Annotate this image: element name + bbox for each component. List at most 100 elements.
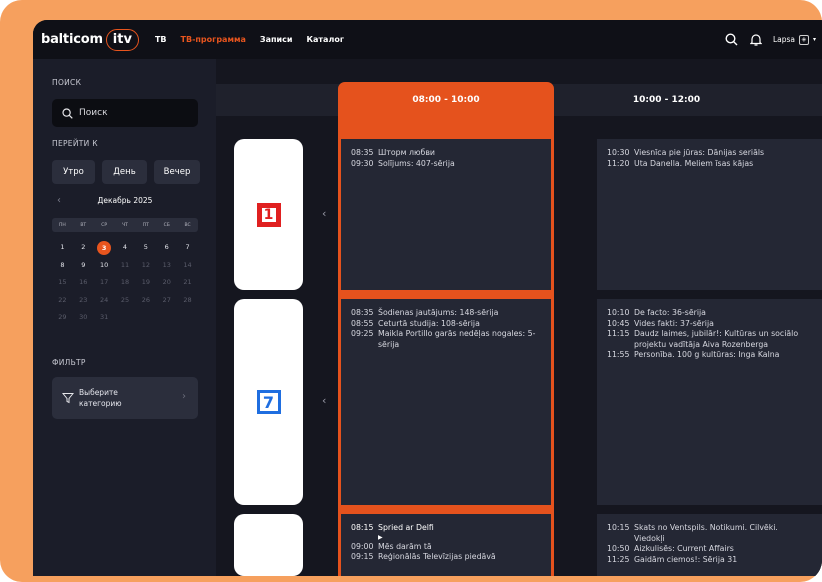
weekday-label: ВТ xyxy=(80,222,87,228)
program-time: 09:15 xyxy=(351,552,374,561)
brand-logo[interactable]: balticom itv xyxy=(41,28,139,51)
next-slot-cell: 10:10 De facto: 36-sērija 10:45 Vides fakti… xyxy=(597,299,809,505)
calendar-day[interactable]: 4 xyxy=(115,241,136,254)
calendar-day: 19 xyxy=(141,278,150,286)
slot-header-active[interactable]: 08:00 - 10:00 xyxy=(338,82,554,118)
program-item[interactable]: 08:35 Šodienas jautājums: 148-sērija xyxy=(351,308,541,319)
weekday-label: ПТ xyxy=(142,222,149,228)
active-slot-cell: 08:35 Шторм любви 09:30 Solījums: 407-sērij… xyxy=(341,139,551,290)
program-item[interactable]: 09:30 Solījums: 407-sērija xyxy=(351,159,541,170)
filter-category-button[interactable]: Выберите категорию › xyxy=(52,377,198,419)
program-title: Шторм любви xyxy=(378,148,435,157)
search-icon[interactable] xyxy=(725,33,739,47)
program-item[interactable]: 09:00 Mēs darām tā xyxy=(351,542,541,553)
active-slot-cell: 08:15 Spried ar Delfi ▶ 09:00 Mēs darām tā 09… xyxy=(341,514,551,576)
calendar-day[interactable]: 7 xyxy=(177,241,198,254)
app-window: balticom itv ТВ ТВ-программа Записи Ката… xyxy=(33,20,822,576)
program-item[interactable]: 10:30 Viesnīca pie jūras: Dānijas seriāls xyxy=(607,148,799,159)
channel-logo-card[interactable]: 1 xyxy=(234,139,303,290)
program-item[interactable]: 10:15 Skats no Ventspils. Notikumi. Cilvē… xyxy=(607,523,799,544)
ltv7-logo: 7 xyxy=(256,390,281,414)
main-nav: ТВ ТВ-программа Записи Каталог xyxy=(155,35,344,44)
calendar-day: 29 xyxy=(58,313,67,321)
calendar-day: 15 xyxy=(58,278,67,286)
calendar-day: 17 xyxy=(99,278,109,286)
period-evening-button[interactable]: Вечер xyxy=(154,160,200,184)
calendar-day: 28 xyxy=(183,295,192,304)
program-item[interactable]: 10:10 De facto: 36-sērija xyxy=(607,308,799,319)
program-item[interactable]: 10:50 Aizkulisēs: Current Affairs xyxy=(607,544,799,555)
calendar-day[interactable]: 6 xyxy=(156,241,177,254)
program-item[interactable]: 08:15 Spried ar Delfi xyxy=(351,523,541,534)
program-item[interactable]: 11:55 Personība. 100 g kultūras: Inga Kal… xyxy=(607,350,799,361)
program-item[interactable]: 09:15 Reģionālās Televīzijas piedāvā xyxy=(351,552,541,563)
program-time: 10:30 xyxy=(607,148,630,157)
period-day-button[interactable]: День xyxy=(102,160,147,184)
program-item[interactable]: 11:20 Uta Danella. Meliem īsas kājas xyxy=(607,159,799,170)
chevron-down-icon: ▾ xyxy=(812,36,816,43)
calendar-day[interactable]: 2 xyxy=(73,241,94,254)
calendar-day: 23 xyxy=(79,295,88,304)
program-time: 08:35 xyxy=(351,308,374,317)
program-item[interactable]: 08:55 Ceturtā studija: 108-sērija xyxy=(351,319,541,330)
calendar-header: ‹ Декабрь 2025 › xyxy=(52,193,198,207)
program-time: 09:30 xyxy=(351,158,374,168)
program-title: Ceturtā studija: 108-sērija xyxy=(378,318,480,328)
program-title: Viesnīca pie jūras: Dānijas seriāls xyxy=(634,148,765,157)
calendar-weekdays: ПН ВТ СР ЧТ ПТ СБ ВС xyxy=(52,218,198,232)
search-icon xyxy=(62,107,73,119)
program-time: 10:15 xyxy=(607,523,630,532)
calendar-day: 12 xyxy=(141,260,150,269)
scroll-left-icon[interactable]: ‹ xyxy=(322,394,326,407)
calendar-day: 24 xyxy=(99,295,109,304)
period-morning-button[interactable]: Утро xyxy=(52,160,95,184)
bell-icon[interactable] xyxy=(749,33,763,47)
next-slot-cell: 10:30 Viesnīca pie jūras: Dānijas seriāls… xyxy=(597,139,809,290)
program-time: 08:35 xyxy=(351,148,374,157)
filter-icon xyxy=(62,393,74,404)
program-item[interactable]: 11:25 Gaidām ciemos!: Sērija 31 xyxy=(607,555,799,566)
calendar-day: 21 xyxy=(183,278,192,286)
calendar-day[interactable]: 8 xyxy=(52,259,73,272)
weekday-label: СБ xyxy=(163,222,170,228)
sidebar: ПОИСК Поиск ПЕРЕЙТИ К Утро День Вечер ‹ … xyxy=(33,59,216,576)
program-title: Gaidām ciemos!: Sērija 31 xyxy=(634,554,738,564)
channel-row: 1‹›08:35Шторм любви09:30Solījums: 407-sē… xyxy=(216,139,822,294)
program-item[interactable]: 09:25 Maikla Portillo garās nedēļas nogal… xyxy=(351,329,541,350)
program-time: 11:25 xyxy=(607,554,630,564)
play-icon[interactable]: ▶ xyxy=(378,534,541,542)
program-item[interactable]: 08:35 Шторм любви xyxy=(351,148,541,159)
program-time: 09:00 xyxy=(351,541,374,551)
nav-catalog[interactable]: Каталог xyxy=(306,35,344,44)
nav-tv[interactable]: ТВ xyxy=(155,35,167,44)
next-slot-cell: 10:15 Skats no Ventspils. Notikumi. Cilvē… xyxy=(597,514,809,576)
channel-logo-card[interactable] xyxy=(234,514,303,576)
program-item[interactable]: 11:15 Daudz laimes, jubilār!: Kultūras un… xyxy=(607,329,799,350)
slot-header-next[interactable]: 10:00 - 12:00 xyxy=(560,82,773,118)
nav-tv-program[interactable]: ТВ-программа xyxy=(181,35,246,44)
calendar-prev-icon[interactable]: ‹ xyxy=(52,195,66,206)
program-title: Vides fakti: 37-sērija xyxy=(634,318,714,328)
top-right-controls: Lapsa ◈ ▾ xyxy=(725,20,816,59)
scroll-left-icon[interactable]: ‹ xyxy=(322,207,326,220)
chevron-right-icon: › xyxy=(182,391,186,402)
nav-recordings[interactable]: Записи xyxy=(260,35,293,44)
program-time: 10:50 xyxy=(607,544,630,553)
search-input[interactable]: Поиск xyxy=(52,99,198,127)
user-menu[interactable]: Lapsa ◈ ▾ xyxy=(773,34,816,45)
calendar-day[interactable]: 9 xyxy=(73,259,94,272)
search-section-label: ПОИСК xyxy=(52,78,82,87)
calendar-day[interactable]: 5 xyxy=(135,241,156,254)
program-title: Aizkulisēs: Current Affairs xyxy=(634,544,734,553)
channel-logo-card[interactable]: 7 xyxy=(234,299,303,505)
top-bar: balticom itv ТВ ТВ-программа Записи Ката… xyxy=(33,20,822,59)
calendar-day[interactable]: 10 xyxy=(94,259,115,272)
program-time: 09:25 xyxy=(351,329,374,338)
calendar-day-today[interactable]: 3 xyxy=(94,241,115,255)
program-item[interactable]: 10:45 Vides fakti: 37-sērija xyxy=(607,319,799,330)
logo-pill: itv xyxy=(105,28,139,51)
ltv1-logo: 1 xyxy=(256,202,281,227)
calendar-day[interactable]: 1 xyxy=(52,241,73,254)
program-title: Reģionālās Televīzijas piedāvā xyxy=(378,552,496,561)
calendar-day: 11 xyxy=(120,260,130,269)
